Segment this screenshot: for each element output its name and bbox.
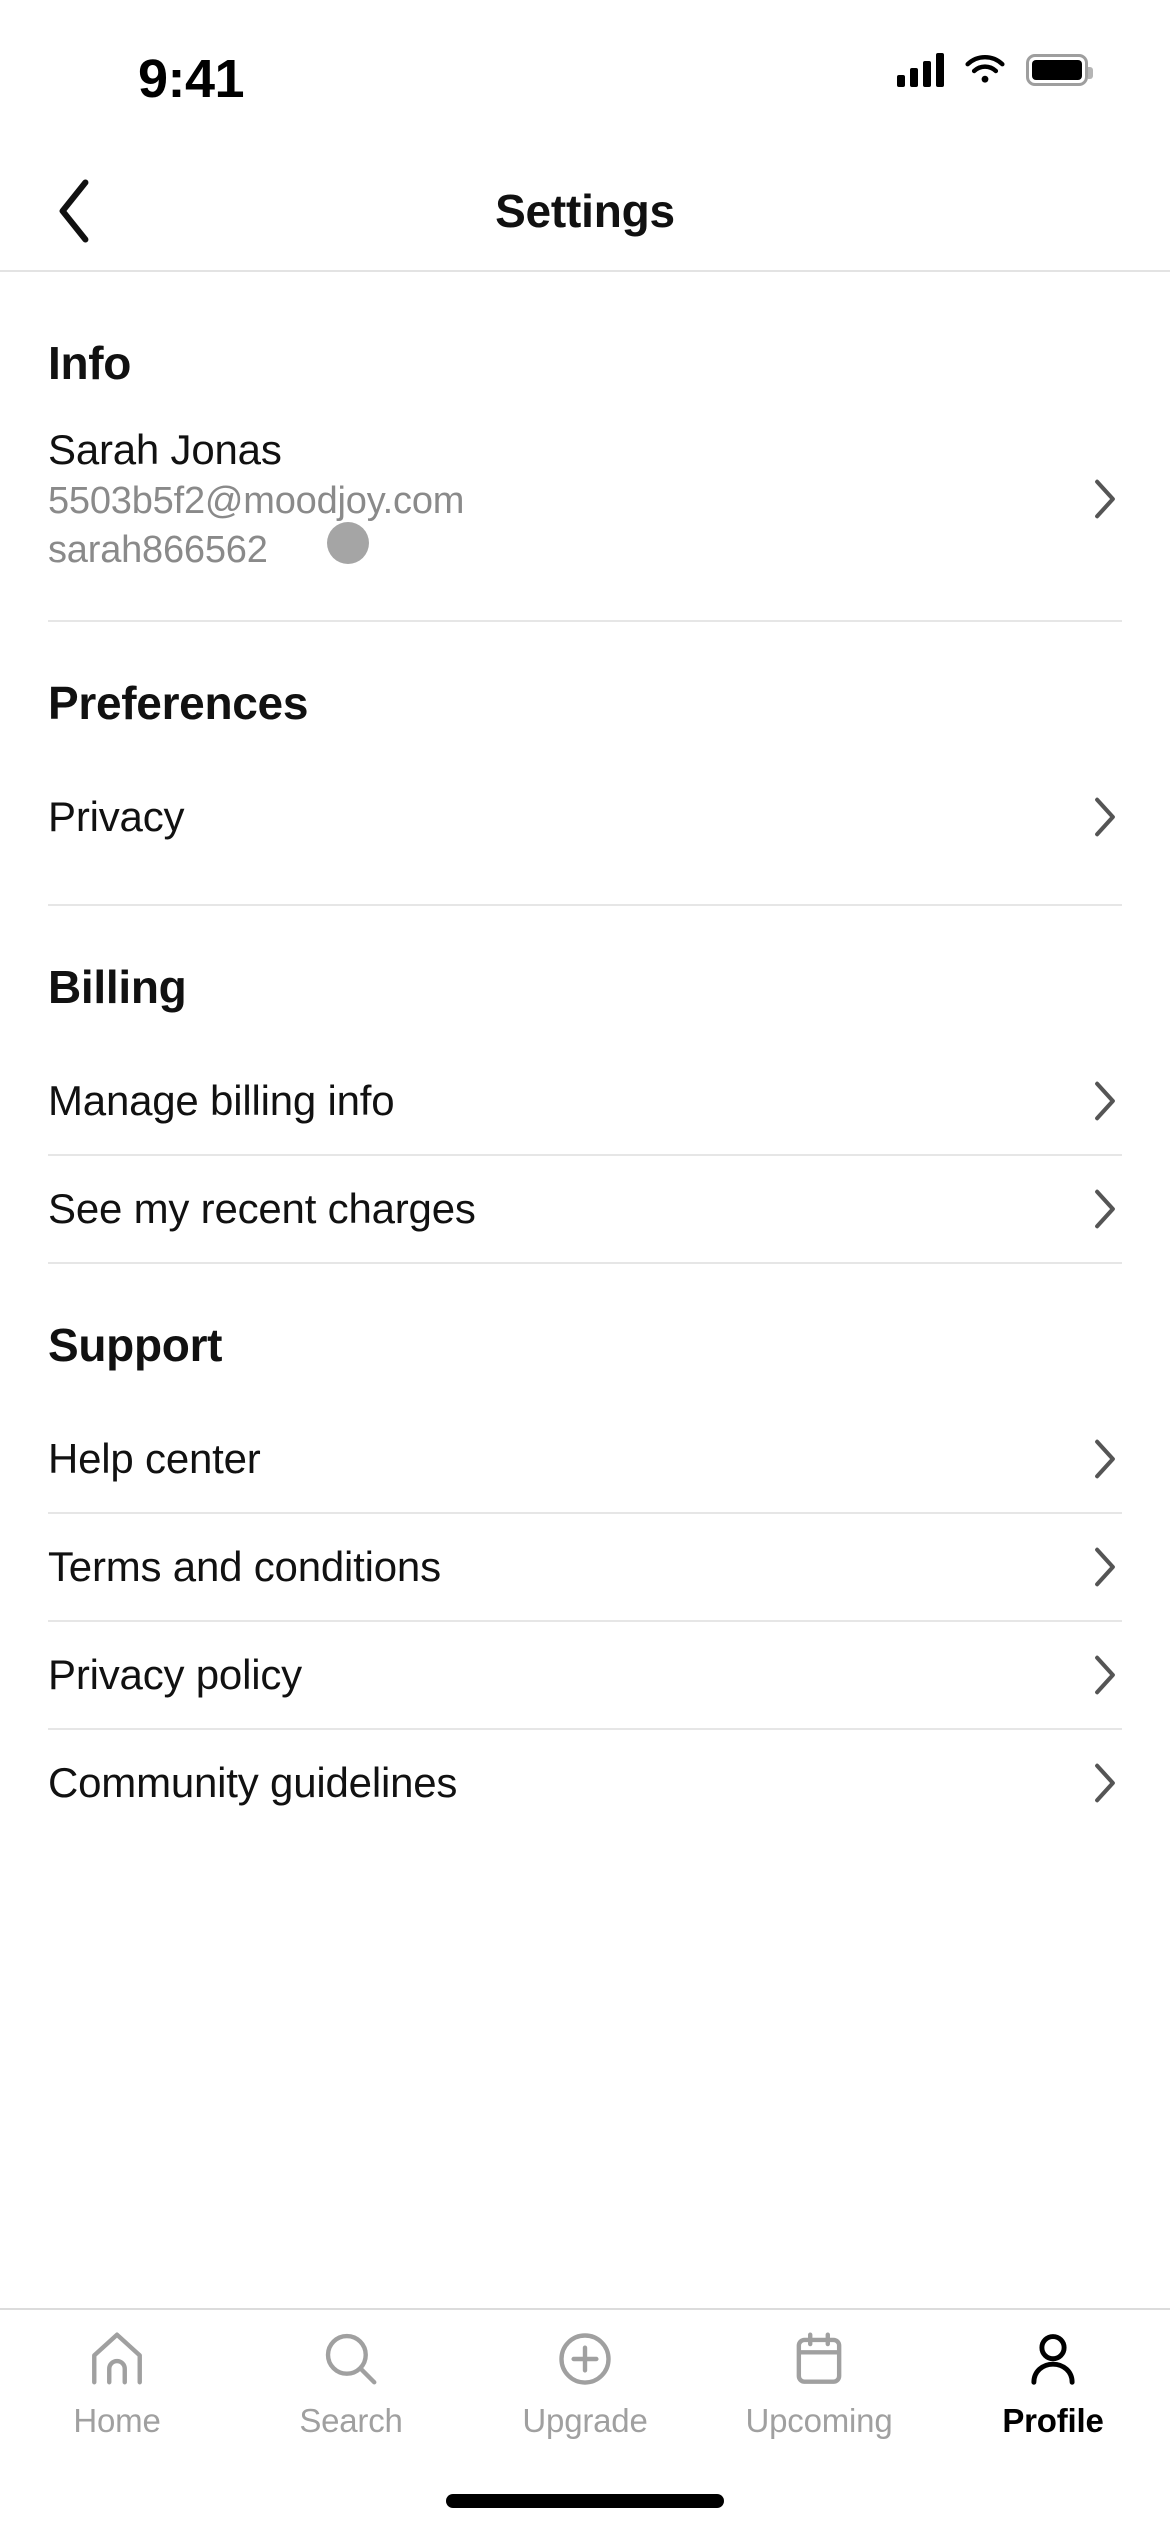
section-heading-support: Support bbox=[48, 1319, 223, 1371]
tab-label: Profile bbox=[1002, 2402, 1104, 2439]
section-heading-info: Info bbox=[48, 337, 132, 389]
tab-label: Upcoming bbox=[745, 2402, 893, 2439]
chevron-right-icon bbox=[1095, 1763, 1115, 1803]
settings-row-manage-billing-info[interactable]: Manage billing info bbox=[0, 1048, 1170, 1154]
wifi-icon bbox=[965, 54, 1005, 83]
row-label: Manage billing info bbox=[48, 1077, 395, 1124]
chevron-right-icon bbox=[1095, 1189, 1115, 1229]
tab-home[interactable]: Home bbox=[0, 2328, 234, 2460]
account-row[interactable]: Sarah Jonas 5503b5f2@moodjoy.com sarah86… bbox=[0, 424, 1170, 574]
status-bar: 9:41 bbox=[0, 0, 1170, 150]
row-label: See my recent charges bbox=[48, 1185, 476, 1232]
calendar-icon bbox=[796, 2332, 842, 2384]
plus-circle-icon bbox=[559, 2333, 611, 2385]
battery-icon bbox=[1026, 54, 1093, 86]
chevron-right-icon bbox=[1095, 1081, 1115, 1121]
home-icon bbox=[92, 2332, 142, 2385]
settings-content: Info Sarah Jonas 5503b5f2@moodjoy.com sa… bbox=[0, 274, 1170, 1806]
chevron-right-icon bbox=[1095, 1655, 1115, 1695]
tab-label: Search bbox=[299, 2402, 403, 2439]
settings-row-privacy-policy[interactable]: Privacy policy bbox=[0, 1622, 1170, 1728]
chevron-right-icon bbox=[1095, 797, 1115, 837]
account-name: Sarah Jonas bbox=[48, 426, 282, 473]
tab-bar: Home Search Upgrade Upcoming Profile bbox=[0, 2308, 1170, 2532]
settings-row-privacy[interactable]: Privacy bbox=[0, 764, 1170, 870]
settings-row-community-guidelines[interactable]: Community guidelines bbox=[0, 1730, 1170, 1836]
search-icon bbox=[325, 2333, 377, 2385]
status-bar-icons bbox=[897, 48, 1093, 92]
settings-row-terms-and-conditions[interactable]: Terms and conditions bbox=[0, 1514, 1170, 1620]
settings-row-see-my-recent-charges[interactable]: See my recent charges bbox=[0, 1156, 1170, 1262]
account-text: Sarah Jonas 5503b5f2@moodjoy.com sarah86… bbox=[48, 426, 464, 572]
row-label: Privacy policy bbox=[48, 1651, 302, 1698]
tab-list: Home Search Upgrade Upcoming Profile bbox=[0, 2310, 1170, 2460]
chevron-right-icon bbox=[1095, 479, 1115, 519]
settings-row-help-center[interactable]: Help center bbox=[0, 1406, 1170, 1512]
row-label: Privacy bbox=[48, 793, 185, 840]
navigation-bar: Settings bbox=[0, 152, 1170, 272]
chevron-right-icon bbox=[1095, 1439, 1115, 1479]
account-username: sarah866562 bbox=[48, 529, 268, 571]
status-bar-time: 9:41 bbox=[138, 49, 245, 109]
tab-search[interactable]: Search bbox=[234, 2328, 468, 2460]
row-label: Help center bbox=[48, 1435, 261, 1482]
row-label: Terms and conditions bbox=[48, 1543, 441, 1590]
tab-profile[interactable]: Profile bbox=[936, 2328, 1170, 2460]
tab-label: Upgrade bbox=[522, 2402, 648, 2439]
tab-upgrade[interactable]: Upgrade bbox=[468, 2328, 702, 2460]
home-indicator bbox=[446, 2494, 724, 2508]
section-heading-preferences: Preferences bbox=[48, 677, 309, 729]
tab-label: Home bbox=[73, 2402, 161, 2439]
cellular-signal-icon bbox=[897, 53, 944, 87]
person-icon bbox=[1031, 2334, 1075, 2385]
section-heading-billing: Billing bbox=[48, 961, 187, 1013]
page-title: Settings bbox=[495, 185, 675, 237]
account-email: 5503b5f2@moodjoy.com bbox=[48, 480, 465, 522]
settings-screen: 9:41 Settings Info Sarah Jonas 5503b5f2@… bbox=[0, 0, 1170, 2532]
row-label: Community guidelines bbox=[48, 1759, 458, 1806]
chevron-right-icon bbox=[1095, 1547, 1115, 1587]
tab-upcoming[interactable]: Upcoming bbox=[702, 2328, 936, 2460]
